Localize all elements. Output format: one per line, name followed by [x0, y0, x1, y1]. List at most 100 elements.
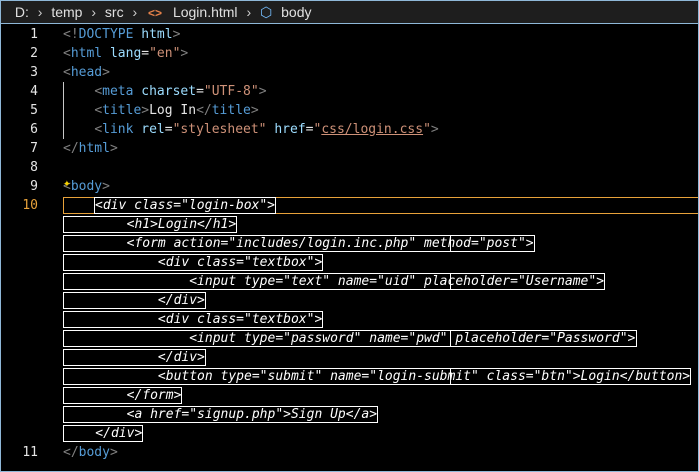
selection-box: <div class="login-box"> [94, 197, 276, 214]
code-token: html [78, 141, 110, 156]
code-token: </ [63, 445, 79, 460]
code-token: body [70, 179, 103, 194]
code-text: <!DOCTYPE html> [63, 25, 180, 44]
code-line[interactable]: </div> [1, 424, 698, 443]
code-token: link [102, 122, 134, 137]
code-line[interactable]: 10 <div class="login-box"> [1, 196, 698, 215]
code-line[interactable]: <h1>Login</h1> [1, 215, 698, 234]
code-line[interactable]: 9 <body> [1, 177, 698, 196]
line-number: 8 [30, 160, 38, 175]
code-line[interactable]: <button type="submit" name="login-submit… [1, 367, 698, 386]
selection-split [450, 330, 451, 347]
code-token: "en" [149, 46, 181, 61]
breadcrumb-drive[interactable]: D: [13, 1, 31, 23]
code-line[interactable]: 1 <!DOCTYPE html> [1, 25, 698, 44]
code-token: "stylesheet" [172, 122, 267, 137]
code-line[interactable]: 5 <title>Log In</title> [1, 101, 698, 120]
line-number: 4 [30, 84, 38, 99]
cube-icon: ⬡ [260, 4, 273, 20]
selection-box: </form> [63, 387, 182, 404]
code-token: < [94, 84, 103, 99]
code-token: > [250, 103, 259, 118]
chevron-right-icon: › [37, 4, 43, 20]
selection-split [450, 235, 451, 252]
breadcrumb: D: › temp › src › <> Login.html › ⬡ body [1, 1, 698, 24]
code-token: " [423, 122, 431, 137]
selection-split [450, 273, 451, 290]
selection-box: <div class="textbox"> [63, 311, 323, 328]
code-line[interactable]: <input type="password" name="pwd" placeh… [1, 329, 698, 348]
code-text: <html lang="en"> [63, 44, 188, 63]
code-token: <! [63, 27, 79, 42]
breadcrumb-src[interactable]: src [103, 1, 126, 23]
html-code-icon: <> [148, 6, 163, 20]
code-text: <head> [63, 63, 110, 82]
selection-box: <div class="textbox"> [63, 254, 323, 271]
code-token: title [211, 103, 251, 118]
code-token: > [141, 103, 150, 118]
code-token: > [102, 65, 110, 80]
code-text: <meta charset="UTF-8"> [63, 82, 266, 101]
line-number: 6 [30, 122, 38, 137]
code-token: > [102, 179, 110, 194]
code-token: </ [63, 141, 79, 156]
code-line[interactable]: 8 [1, 158, 698, 177]
code-token: = [141, 46, 150, 61]
code-line[interactable]: <div class="textbox"> [1, 253, 698, 272]
code-token: DOCTYPE [78, 27, 134, 42]
code-token: head [70, 65, 103, 80]
line-number: 7 [30, 141, 38, 156]
code-token: < [94, 103, 103, 118]
selection-box: <h1>Login</h1> [63, 216, 237, 233]
code-token: css/login.css [321, 122, 424, 137]
line-number: 5 [30, 103, 38, 118]
code-token: lang [109, 46, 142, 61]
code-line[interactable]: <a href="signup.php">Sign Up</a> [1, 405, 698, 424]
selection-box: <input type="text" name="uid" placeholde… [63, 273, 605, 290]
code-line[interactable]: 6 <link rel="stylesheet" href="css/login… [1, 120, 698, 139]
code-token: rel [141, 122, 165, 137]
code-token: </ [196, 103, 212, 118]
code-token: charset [141, 84, 197, 99]
sparkle-icon[interactable]: ✦ [63, 177, 71, 190]
selection-box: <form action="includes/login.inc.php" me… [63, 235, 535, 252]
code-line[interactable]: 4 <meta charset="UTF-8"> [1, 82, 698, 101]
code-line[interactable]: <input type="text" name="uid" placeholde… [1, 272, 698, 291]
code-line[interactable]: 2 <html lang="en"> [1, 44, 698, 63]
line-number: 1 [30, 27, 38, 42]
code-token: < [63, 65, 71, 80]
code-text: <title>Log In</title> [63, 101, 259, 120]
editor-window: D: › temp › src › <> Login.html › ⬡ body… [0, 0, 699, 472]
code-token: href [274, 122, 306, 137]
code-line[interactable]: <form action="includes/login.inc.php" me… [1, 234, 698, 253]
code-token: Log In [149, 103, 197, 118]
selection-box: </div> [63, 425, 143, 442]
chevron-right-icon: › [91, 4, 97, 20]
code-token: > [172, 27, 181, 42]
code-line[interactable]: </div> [1, 348, 698, 367]
line-number: 2 [30, 46, 38, 61]
code-line[interactable]: 3 <head> [1, 63, 698, 82]
breadcrumb-temp[interactable]: temp [49, 1, 84, 23]
code-line[interactable]: 7 </html> [1, 139, 698, 158]
code-token: meta [102, 84, 134, 99]
code-token: = [196, 84, 204, 99]
code-token: = [164, 122, 173, 137]
code-token: > [430, 122, 439, 137]
code-line[interactable]: </form> [1, 386, 698, 405]
code-line[interactable]: 11 </body> [1, 443, 698, 462]
code-token: title [102, 103, 142, 118]
code-token: > [180, 46, 189, 61]
line-number: 3 [30, 65, 38, 80]
code-line[interactable]: <div class="textbox"> [1, 310, 698, 329]
breadcrumb-body[interactable]: body [279, 1, 313, 23]
code-line[interactable]: </div> [1, 291, 698, 310]
line-number: 9 [30, 179, 38, 194]
chevron-right-icon: › [132, 4, 138, 20]
code-token: < [63, 46, 71, 61]
breadcrumb-file[interactable]: Login.html [171, 1, 240, 23]
line-number: 11 [22, 445, 38, 460]
indent-guide [63, 82, 64, 139]
